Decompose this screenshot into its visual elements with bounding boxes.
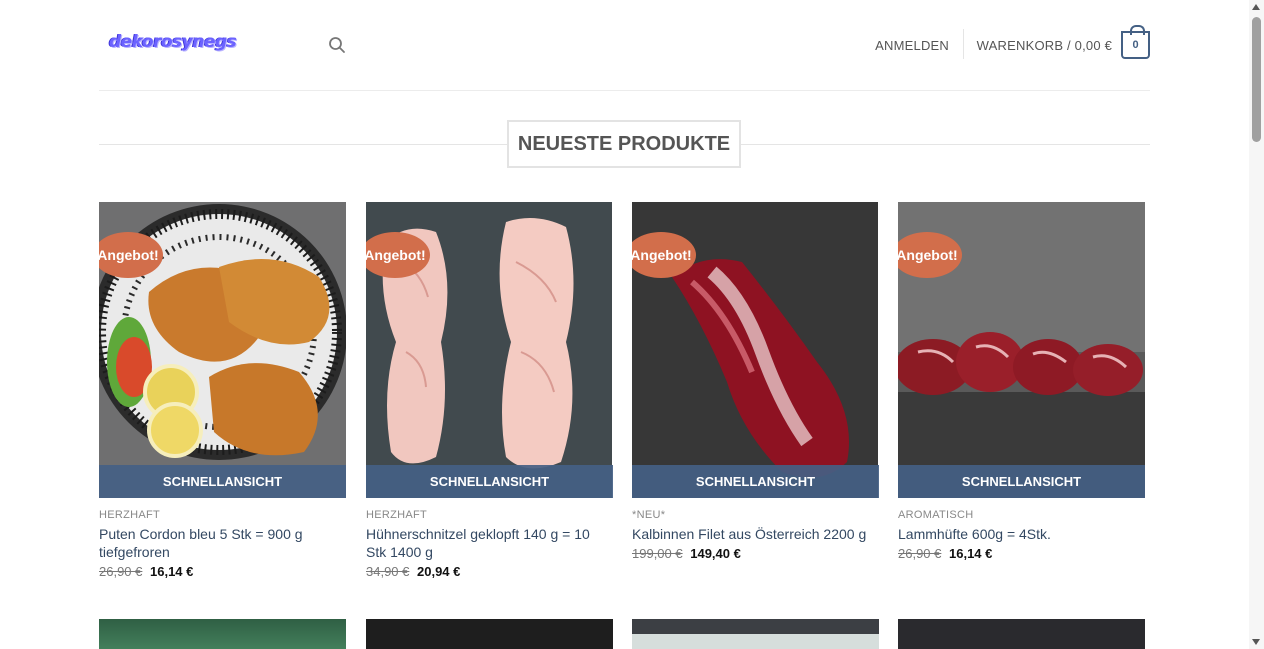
cart-count-badge[interactable]: 0 [1121, 25, 1150, 59]
site-header: dekorosynegs ANMELDEN WARENKORB / 0,00 €… [99, 0, 1150, 91]
product-card[interactable]: Angebot! SCHNELLANSICHT *NEU* Kalbinnen … [632, 202, 879, 563]
product-image[interactable]: Angebot! SCHNELLANSICHT [898, 202, 1145, 498]
page-scrollbar[interactable] [1249, 0, 1264, 649]
quickview-button[interactable]: SCHNELLANSICHT [632, 465, 879, 498]
sale-price: 16,14 € [949, 546, 993, 561]
search-icon[interactable] [328, 36, 346, 54]
quickview-button[interactable]: SCHNELLANSICHT [99, 465, 346, 498]
login-link[interactable]: ANMELDEN [875, 38, 949, 53]
product-category[interactable]: *NEU* [632, 509, 879, 521]
product-title[interactable]: Kalbinnen Filet aus Österreich 2200 g [632, 525, 879, 543]
quickview-button[interactable]: SCHNELLANSICHT [366, 465, 613, 498]
product-image-next[interactable] [99, 619, 346, 649]
sale-price: 16,14 € [150, 564, 194, 579]
product-image[interactable]: Angebot! SCHNELLANSICHT [366, 202, 613, 498]
product-category[interactable]: HERZHAFT [99, 509, 346, 521]
scroll-up-icon[interactable] [1252, 4, 1260, 10]
product-card[interactable]: Angebot! SCHNELLANSICHT HERZHAFT Hühners… [366, 202, 613, 581]
section-title: NEUESTE PRODUKTE [507, 120, 741, 168]
product-image-next[interactable] [366, 619, 613, 649]
sale-price: 20,94 € [417, 564, 461, 579]
scroll-thumb[interactable] [1252, 17, 1261, 142]
nav-divider [963, 29, 964, 59]
cart-link[interactable]: WARENKORB / 0,00 € [977, 38, 1112, 53]
scroll-down-icon[interactable] [1252, 639, 1260, 645]
product-image[interactable]: Angebot! SCHNELLANSICHT [99, 202, 346, 498]
product-card[interactable]: Angebot! SCHNELLANSICHT AROMATISCH Lammh… [898, 202, 1145, 563]
product-price: 26,90 € 16,14 € [898, 544, 1145, 563]
quickview-button[interactable]: SCHNELLANSICHT [898, 465, 1145, 498]
old-price: 26,90 € [898, 546, 942, 561]
product-category[interactable]: HERZHAFT [366, 509, 613, 521]
site-logo[interactable]: dekorosynegs [109, 32, 237, 52]
product-image-next[interactable] [632, 619, 879, 649]
product-title[interactable]: Lammhüfte 600g = 4Stk. [898, 525, 1145, 543]
product-price: 26,90 € 16,14 € [99, 562, 346, 581]
product-title[interactable]: Puten Cordon bleu 5 Stk = 900 g tiefgefr… [99, 525, 346, 561]
product-image-next[interactable] [898, 619, 1145, 649]
product-price: 199,00 € 149,40 € [632, 544, 879, 563]
product-price: 34,90 € 20,94 € [366, 562, 613, 581]
product-category[interactable]: AROMATISCH [898, 509, 1145, 521]
product-image[interactable]: Angebot! SCHNELLANSICHT [632, 202, 879, 498]
old-price: 34,90 € [366, 564, 410, 579]
product-card[interactable]: Angebot! SCHNELLANSICHT HERZHAFT Puten C… [99, 202, 346, 581]
product-title[interactable]: Hühnerschnitzel geklopft 140 g = 10 Stk … [366, 525, 613, 561]
sale-price: 149,40 € [690, 546, 741, 561]
old-price: 26,90 € [99, 564, 143, 579]
old-price: 199,00 € [632, 546, 683, 561]
